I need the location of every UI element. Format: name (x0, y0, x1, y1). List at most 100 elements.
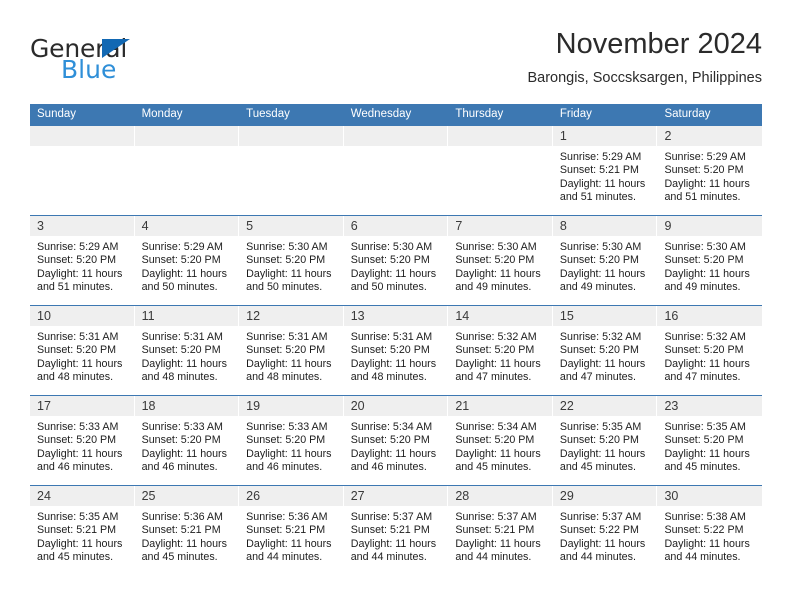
day-number: 4 (141, 219, 149, 233)
day-number: 2 (664, 129, 672, 143)
day-cell[interactable]: 27 Sunrise: 5:37 AM Sunset: 5:21 PM Dayl… (343, 486, 449, 575)
weekday-header-sunday: Sunday (37, 108, 77, 120)
sunset-text: Sunset: 5:21 PM (246, 524, 326, 537)
day-cell[interactable]: 16 Sunrise: 5:32 AM Sunset: 5:20 PM Dayl… (657, 306, 763, 395)
sunset-text: Sunset: 5:20 PM (37, 434, 117, 447)
daylight-text-line1: Daylight: 11 hours (246, 537, 332, 550)
day-number: 25 (141, 489, 156, 503)
day-number-band (343, 126, 449, 146)
daylight-text-line2: and 48 minutes. (141, 371, 218, 384)
day-cell[interactable]: 2 Sunrise: 5:29 AM Sunset: 5:20 PM Dayli… (657, 126, 763, 215)
daylight-text-line1: Daylight: 11 hours (455, 357, 541, 370)
daylight-text-line2: and 46 minutes. (246, 461, 323, 474)
sunrise-text: Sunrise: 5:37 AM (350, 511, 433, 523)
day-number-band: 1 (552, 126, 658, 146)
day-number-band: 4 (134, 216, 240, 236)
daylight-text-line2: and 51 minutes. (664, 191, 741, 204)
sunrise-text: Sunrise: 5:31 AM (246, 331, 328, 343)
day-number: 9 (664, 219, 672, 233)
sunset-text: Sunset: 5:20 PM (455, 344, 535, 357)
sunset-text: Sunset: 5:20 PM (664, 434, 744, 447)
day-number-band: 6 (343, 216, 449, 236)
day-cell-empty (239, 126, 344, 215)
daylight-text-line2: and 45 minutes. (37, 551, 114, 564)
sunset-text: Sunset: 5:22 PM (664, 524, 744, 537)
sunset-text: Sunset: 5:21 PM (455, 524, 535, 537)
day-cell[interactable]: 25 Sunrise: 5:36 AM Sunset: 5:21 PM Dayl… (134, 486, 240, 575)
daylight-text-line1: Daylight: 11 hours (37, 447, 123, 460)
day-cell[interactable]: 12 Sunrise: 5:31 AM Sunset: 5:20 PM Dayl… (239, 306, 344, 395)
sunset-text: Sunset: 5:20 PM (37, 254, 117, 267)
day-number: 29 (559, 489, 574, 503)
day-number: 21 (455, 399, 470, 413)
day-cell[interactable]: 4 Sunrise: 5:29 AM Sunset: 5:20 PM Dayli… (134, 216, 240, 305)
day-number: 27 (350, 489, 365, 503)
day-cell[interactable]: 5 Sunrise: 5:30 AM Sunset: 5:20 PM Dayli… (239, 216, 344, 305)
daylight-text-line2: and 44 minutes. (350, 551, 427, 564)
day-cell[interactable]: 21 Sunrise: 5:34 AM Sunset: 5:20 PM Dayl… (448, 396, 553, 485)
day-details: Sunrise: 5:29 AM Sunset: 5:20 PM Dayligh… (135, 236, 240, 295)
day-cell[interactable]: 30 Sunrise: 5:38 AM Sunset: 5:22 PM Dayl… (657, 486, 763, 575)
day-details: Sunrise: 5:36 AM Sunset: 5:21 PM Dayligh… (239, 506, 344, 565)
day-cell[interactable]: 28 Sunrise: 5:37 AM Sunset: 5:21 PM Dayl… (448, 486, 553, 575)
day-cell[interactable]: 18 Sunrise: 5:33 AM Sunset: 5:20 PM Dayl… (134, 396, 240, 485)
general-blue-logo[interactable]: General Blue (30, 36, 250, 92)
sunset-text: Sunset: 5:20 PM (559, 344, 639, 357)
day-number-band: 26 (239, 486, 344, 506)
sunset-text: Sunset: 5:20 PM (141, 434, 221, 447)
sunset-text: Sunset: 5:20 PM (455, 254, 535, 267)
sunrise-text: Sunrise: 5:33 AM (246, 421, 328, 433)
sunrise-text: Sunrise: 5:31 AM (37, 331, 119, 343)
day-cell[interactable]: 6 Sunrise: 5:30 AM Sunset: 5:20 PM Dayli… (343, 216, 449, 305)
day-cell[interactable]: 29 Sunrise: 5:37 AM Sunset: 5:22 PM Dayl… (552, 486, 658, 575)
day-details: Sunrise: 5:35 AM Sunset: 5:20 PM Dayligh… (553, 416, 658, 475)
day-number: 30 (664, 489, 679, 503)
title-block: November 2024 Barongis, Soccsksargen, Ph… (527, 28, 762, 87)
sunrise-text: Sunrise: 5:33 AM (37, 421, 119, 433)
day-cell[interactable]: 15 Sunrise: 5:32 AM Sunset: 5:20 PM Dayl… (552, 306, 658, 395)
sunrise-text: Sunrise: 5:29 AM (37, 241, 119, 253)
day-cell[interactable]: 17 Sunrise: 5:33 AM Sunset: 5:20 PM Dayl… (30, 396, 135, 485)
day-details: Sunrise: 5:31 AM Sunset: 5:20 PM Dayligh… (30, 326, 135, 385)
day-cell[interactable]: 14 Sunrise: 5:32 AM Sunset: 5:20 PM Dayl… (448, 306, 553, 395)
day-cell[interactable]: 9 Sunrise: 5:30 AM Sunset: 5:20 PM Dayli… (657, 216, 763, 305)
day-cell[interactable]: 13 Sunrise: 5:31 AM Sunset: 5:20 PM Dayl… (343, 306, 449, 395)
daylight-text-line1: Daylight: 11 hours (141, 267, 227, 280)
weekday-header-friday: Friday (559, 108, 592, 120)
day-cell[interactable]: 3 Sunrise: 5:29 AM Sunset: 5:20 PM Dayli… (30, 216, 135, 305)
day-cell[interactable]: 26 Sunrise: 5:36 AM Sunset: 5:21 PM Dayl… (239, 486, 344, 575)
daylight-text-line1: Daylight: 11 hours (559, 537, 646, 550)
day-number-band: 20 (343, 396, 449, 416)
day-cell[interactable]: 23 Sunrise: 5:35 AM Sunset: 5:20 PM Dayl… (657, 396, 763, 485)
sunset-text: Sunset: 5:20 PM (559, 254, 639, 267)
daylight-text-line2: and 48 minutes. (37, 371, 114, 384)
daylight-text-line1: Daylight: 11 hours (141, 537, 227, 550)
day-cell-empty (448, 126, 553, 215)
day-cell[interactable]: 7 Sunrise: 5:30 AM Sunset: 5:20 PM Dayli… (448, 216, 553, 305)
day-cell[interactable]: 8 Sunrise: 5:30 AM Sunset: 5:20 PM Dayli… (552, 216, 658, 305)
day-details: Sunrise: 5:30 AM Sunset: 5:20 PM Dayligh… (448, 236, 553, 295)
day-cell[interactable]: 10 Sunrise: 5:31 AM Sunset: 5:20 PM Dayl… (30, 306, 135, 395)
day-cell[interactable]: 24 Sunrise: 5:35 AM Sunset: 5:21 PM Dayl… (30, 486, 135, 575)
day-cell[interactable]: 19 Sunrise: 5:33 AM Sunset: 5:20 PM Dayl… (239, 396, 344, 485)
day-cell-empty (343, 126, 449, 215)
day-number-band: 19 (239, 396, 344, 416)
daylight-text-line1: Daylight: 11 hours (559, 177, 646, 190)
sunrise-text: Sunrise: 5:36 AM (246, 511, 328, 523)
day-cell[interactable]: 22 Sunrise: 5:35 AM Sunset: 5:20 PM Dayl… (552, 396, 658, 485)
day-cell[interactable]: 20 Sunrise: 5:34 AM Sunset: 5:20 PM Dayl… (343, 396, 449, 485)
day-number: 12 (246, 309, 261, 323)
day-details: Sunrise: 5:32 AM Sunset: 5:20 PM Dayligh… (448, 326, 553, 385)
day-number-band (134, 126, 240, 146)
day-details: Sunrise: 5:32 AM Sunset: 5:20 PM Dayligh… (657, 326, 762, 385)
day-cell[interactable]: 11 Sunrise: 5:31 AM Sunset: 5:20 PM Dayl… (134, 306, 240, 395)
day-cell[interactable]: 1 Sunrise: 5:29 AM Sunset: 5:21 PM Dayli… (552, 126, 658, 215)
sunset-text: Sunset: 5:20 PM (246, 254, 326, 267)
weekday-header-tuesday: Tuesday (246, 108, 290, 120)
sunrise-text: Sunrise: 5:32 AM (455, 331, 537, 343)
day-details: Sunrise: 5:34 AM Sunset: 5:20 PM Dayligh… (344, 416, 449, 475)
sunrise-text: Sunrise: 5:29 AM (559, 151, 642, 163)
sunrise-text: Sunrise: 5:37 AM (455, 511, 537, 523)
day-number: 17 (37, 399, 51, 413)
day-number: 22 (559, 399, 574, 413)
